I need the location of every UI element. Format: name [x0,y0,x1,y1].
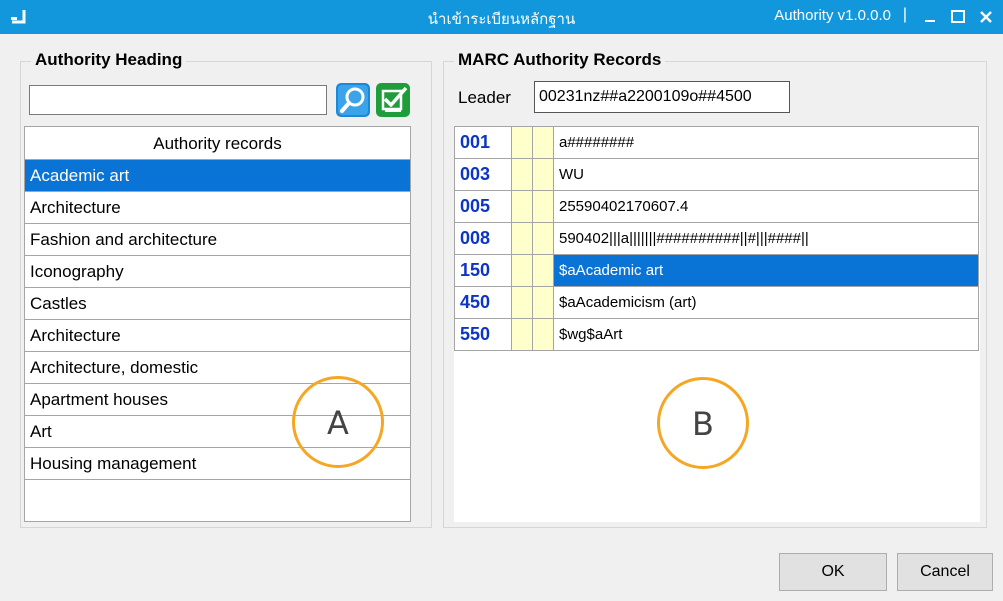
marc-row[interactable]: 005 25590402170607.4 [454,190,979,223]
marc-value[interactable]: WU [553,158,979,191]
list-item[interactable]: Architecture [25,192,410,224]
app-version: Authority v1.0.0.0 [774,7,891,24]
marc-row[interactable]: 001 a######## [454,126,979,159]
marc-indicator-2[interactable] [532,190,554,223]
cancel-button[interactable]: Cancel [897,553,993,591]
annotation-a: A [292,376,384,468]
list-item[interactable]: Academic art [25,160,410,192]
marc-indicator-1[interactable] [511,222,533,255]
marc-row[interactable]: 450 $aAcademicism (art) [454,286,979,319]
marc-row[interactable]: 150 $aAcademic art [454,254,979,287]
marc-indicator-2[interactable] [532,222,554,255]
marc-value[interactable]: $aAcademic art [553,254,979,287]
marc-tag: 001 [454,126,512,159]
marc-indicator-2[interactable] [532,318,554,351]
marc-indicator-2[interactable] [532,286,554,319]
marc-value[interactable]: 590402|||a|||||||##########||#|||####|| [553,222,979,255]
marc-tag: 005 [454,190,512,223]
marc-records-title: MARC Authority Records [454,50,666,70]
list-item[interactable]: Iconography [25,256,410,288]
marc-row[interactable]: 550 $wg$aArt [454,318,979,351]
marc-tag: 550 [454,318,512,351]
marc-indicator-2[interactable] [532,126,554,159]
marc-tag: 003 [454,158,512,191]
list-header: Authority records [25,127,410,160]
marc-indicator-2[interactable] [532,254,554,287]
marc-indicator-1[interactable] [511,158,533,191]
marc-row[interactable]: 008 590402|||a|||||||##########||#|||###… [454,222,979,255]
list-item[interactable]: Fashion and architecture [25,224,410,256]
close-icon[interactable] [975,6,997,28]
marc-indicator-2[interactable] [532,158,554,191]
list-item[interactable]: Castles [25,288,410,320]
search-input[interactable] [29,85,327,115]
title-bar: นำเข้าระเบียนหลักฐาน Authority v1.0.0.0 … [0,0,1003,34]
marc-indicator-1[interactable] [511,286,533,319]
leader-field[interactable]: 00231nz##a2200109o##4500 [534,81,790,113]
marc-row[interactable]: 003 WU [454,158,979,191]
marc-indicator-1[interactable] [511,190,533,223]
authority-heading-group: Authority Heading Authority records Acad… [20,50,432,528]
marc-indicator-1[interactable] [511,126,533,159]
search-icon[interactable] [335,82,371,118]
marc-indicator-1[interactable] [511,318,533,351]
check-icon[interactable] [375,82,411,118]
marc-value[interactable]: $aAcademicism (art) [553,286,979,319]
marc-tag: 150 [454,254,512,287]
title-separator: | [902,6,907,23]
marc-value[interactable]: $wg$aArt [553,318,979,351]
ok-button[interactable]: OK [779,553,887,591]
marc-tag: 008 [454,222,512,255]
marc-tag: 450 [454,286,512,319]
list-item[interactable]: Architecture [25,320,410,352]
marc-value[interactable]: 25590402170607.4 [553,190,979,223]
maximize-icon[interactable] [947,6,969,28]
leader-label: Leader [458,88,511,107]
minimize-icon[interactable] [919,6,941,28]
marc-indicator-1[interactable] [511,254,533,287]
annotation-b: B [657,377,749,469]
marc-value[interactable]: a######## [553,126,979,159]
authority-heading-title: Authority Heading [31,50,187,70]
